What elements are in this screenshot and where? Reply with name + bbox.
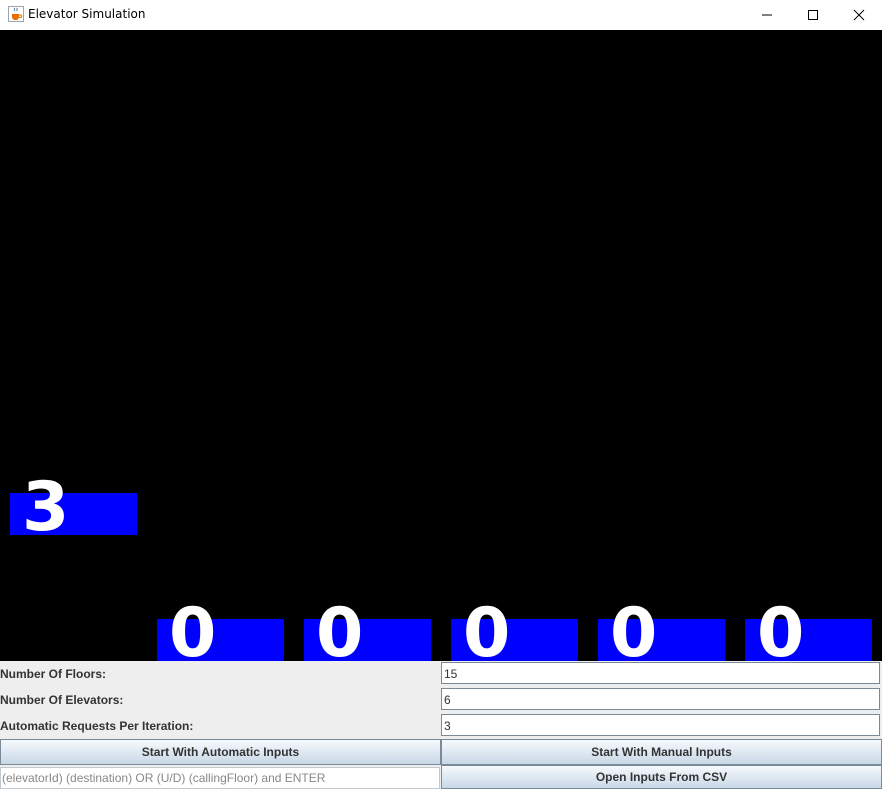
floors-field[interactable]: 15 — [441, 662, 880, 684]
title-bar: Elevator Simulation — [0, 0, 882, 30]
requests-row: Automatic Requests Per Iteration: 3 — [0, 713, 882, 739]
elevator-floor-number: 0 — [169, 594, 217, 662]
close-button[interactable] — [836, 0, 882, 30]
open-csv-button[interactable]: Open Inputs From CSV — [441, 765, 882, 789]
floor-indicator-number: 3 — [22, 468, 70, 547]
settings-panel: Number Of Floors: 15 Number Of Elevators… — [0, 661, 882, 789]
maximize-icon — [808, 10, 818, 20]
simulation-canvas: 3 0 0 0 0 0 — [0, 30, 882, 661]
minimize-button[interactable] — [744, 0, 790, 30]
manual-command-input[interactable]: (elevatorId) (destination) OR (U/D) (cal… — [0, 767, 440, 789]
requests-field[interactable]: 3 — [441, 714, 880, 736]
requests-label: Automatic Requests Per Iteration: — [0, 719, 194, 733]
elevators-row: Number Of Elevators: 6 — [0, 687, 882, 713]
window-title: Elevator Simulation — [28, 7, 146, 21]
elevator-floor-number: 0 — [463, 594, 511, 662]
floors-row: Number Of Floors: 15 — [0, 661, 882, 687]
close-icon — [853, 9, 865, 21]
java-cup-icon — [8, 6, 24, 22]
maximize-button[interactable] — [790, 0, 836, 30]
elevators-label: Number Of Elevators: — [0, 693, 124, 707]
elevators-field[interactable]: 6 — [441, 688, 880, 710]
start-automatic-button[interactable]: Start With Automatic Inputs — [0, 739, 441, 765]
floors-label: Number Of Floors: — [0, 667, 107, 681]
elevator-floor-number: 0 — [610, 594, 658, 662]
elevator-floor-number: 0 — [316, 594, 364, 662]
minimize-icon — [762, 14, 772, 16]
elevator-floor-number: 0 — [757, 594, 805, 662]
start-manual-button[interactable]: Start With Manual Inputs — [441, 739, 882, 765]
